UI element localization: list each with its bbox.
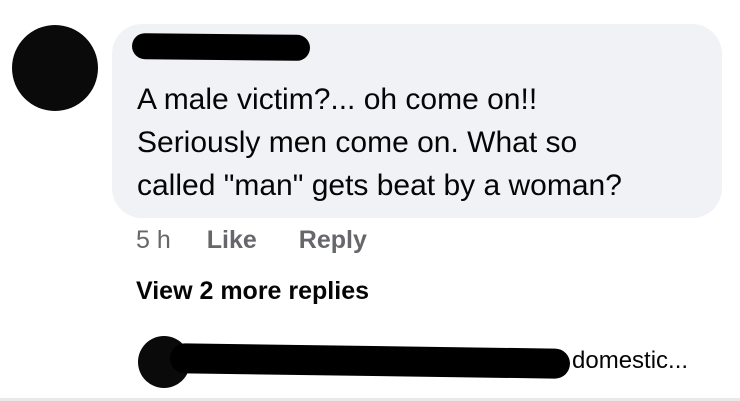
comment-line: called "man" gets beat by a woman? xyxy=(137,169,622,202)
comment-line: A male victim?... oh come on!! xyxy=(137,83,538,116)
reply-author-redaction xyxy=(169,343,571,379)
like-button[interactable]: Like xyxy=(207,226,257,255)
comment-actions: 5 h Like Reply xyxy=(136,222,367,258)
commenter-avatar-icon[interactable] xyxy=(12,25,98,111)
reply-button[interactable]: Reply xyxy=(299,226,367,255)
author-name-redaction xyxy=(131,33,311,61)
comment-line: Seriously men come on. What so xyxy=(137,126,578,159)
reply-preview-text[interactable]: domestic... xyxy=(572,347,688,375)
comment-text: A male victim?... oh come on!! Seriously… xyxy=(137,78,697,207)
comment-timestamp[interactable]: 5 h xyxy=(136,226,171,255)
view-more-replies-link[interactable]: View 2 more replies xyxy=(136,277,369,306)
